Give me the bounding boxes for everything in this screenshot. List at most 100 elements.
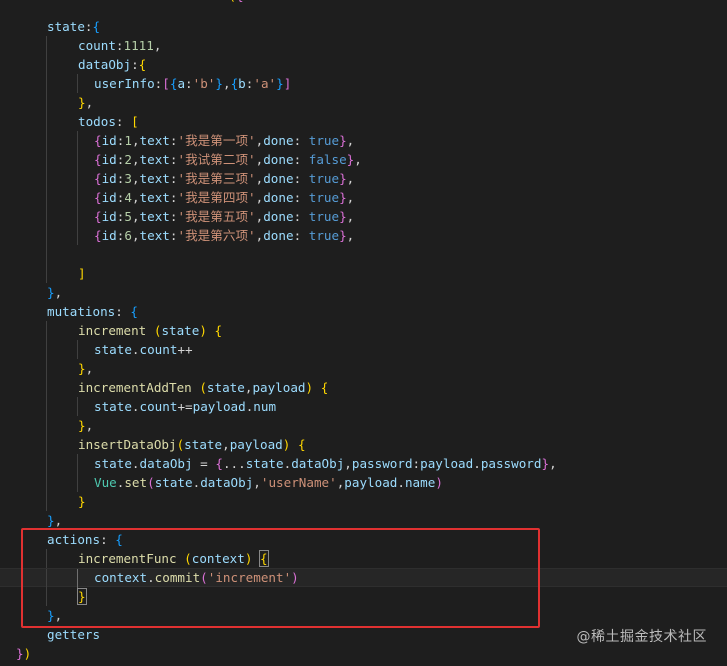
code-token: state — [94, 399, 132, 414]
code-token: id — [101, 190, 117, 205]
indent-guide — [46, 226, 47, 245]
code-token: id — [101, 228, 117, 243]
watermark: @稀土掘金技术社区 — [576, 629, 707, 645]
code-token: , — [346, 133, 355, 148]
indent-guide — [46, 397, 47, 416]
code-token: , — [346, 228, 355, 243]
code-line[interactable]: incrementAddTen (state,payload) { — [0, 378, 727, 397]
code-line[interactable] — [0, 245, 727, 264]
code-token: ( — [147, 475, 155, 490]
code-line[interactable]: Vue.set(state.dataObj,'userName',payload… — [0, 473, 727, 492]
code-token: payload — [229, 437, 283, 452]
indent-guide — [46, 36, 47, 55]
indent-guide — [46, 492, 47, 511]
code-line[interactable]: state.count++ — [0, 340, 727, 359]
code-token: '我是第五项' — [177, 209, 256, 224]
code-token: { — [94, 133, 102, 148]
indent-guide — [46, 454, 47, 473]
code-token: a — [177, 76, 186, 91]
code-token: mutations — [47, 304, 116, 319]
code-line[interactable]: {id:4,text:'我是第四项',done: true}, — [0, 188, 727, 207]
code-token: new — [122, 0, 152, 3]
code-text: }, — [47, 283, 62, 302]
code-text: Vue.set(state.dataObj,'userName',payload… — [94, 473, 443, 492]
code-token: , — [153, 38, 162, 53]
code-line[interactable]: }, — [0, 416, 727, 435]
code-line[interactable]: {id:2,text:'我试第二项',done: false}, — [0, 150, 727, 169]
code-line[interactable]: const store = new Vuex.Store({ — [0, 0, 727, 5]
indent-guide — [77, 169, 78, 188]
code-token: : — [293, 133, 309, 148]
code-token: state — [94, 342, 132, 357]
code-token: id — [101, 209, 117, 224]
code-line[interactable]: }, — [0, 93, 727, 112]
indent-guide — [46, 473, 47, 492]
indent-guide — [77, 188, 78, 207]
code-token: , — [346, 190, 355, 205]
code-token: { — [297, 437, 306, 452]
code-token: '我是第三项' — [177, 171, 256, 186]
code-line[interactable]: insertDataObj(state,payload) { — [0, 435, 727, 454]
code-token: } — [215, 76, 223, 91]
code-token: Vuex — [153, 0, 183, 3]
code-token: state — [94, 456, 132, 471]
code-token: } — [541, 456, 550, 471]
code-token: true — [308, 209, 340, 224]
indent-guide — [46, 264, 47, 283]
code-token: id — [101, 152, 117, 167]
indent-guide — [46, 435, 47, 454]
indent-guide — [46, 321, 47, 340]
code-token: , — [354, 152, 362, 167]
code-line[interactable]: {id:6,text:'我是第六项',done: true}, — [0, 226, 727, 245]
code-token: ) — [199, 323, 207, 338]
code-token: ... — [222, 456, 246, 471]
code-token: . — [131, 399, 140, 414]
code-line[interactable]: state:{ — [0, 17, 727, 36]
indent-guide — [46, 112, 47, 131]
code-line[interactable]: {id:3,text:'我是第三项',done: true}, — [0, 169, 727, 188]
code-token: } — [339, 228, 347, 243]
code-token: text — [139, 190, 170, 205]
code-token: incrementAddTen — [78, 380, 192, 395]
indent-guide — [46, 188, 47, 207]
indent-guide — [77, 131, 78, 150]
code-token: true — [308, 171, 340, 186]
code-line[interactable]: state.count+=payload.num — [0, 397, 727, 416]
code-line[interactable]: }, — [0, 283, 727, 302]
code-token: : — [115, 114, 132, 129]
code-token: [ — [162, 76, 170, 91]
code-line[interactable]: }, — [0, 359, 727, 378]
code-line[interactable]: }) — [0, 644, 727, 663]
code-line[interactable]: dataObj:{ — [0, 55, 727, 74]
code-line[interactable]: state.dataObj = {...state.dataObj,passwo… — [0, 454, 727, 473]
code-line[interactable]: userInfo:[{a:'b'},{b:'a'}] — [0, 74, 727, 93]
code-token: done — [263, 133, 294, 148]
code-token: true — [308, 190, 340, 205]
code-token: , — [85, 95, 94, 110]
code-line[interactable]: ] — [0, 264, 727, 283]
code-token: , — [131, 228, 140, 243]
code-line[interactable]: {id:1,text:'我是第一项',done: true}, — [0, 131, 727, 150]
code-line[interactable]: todos: [ — [0, 112, 727, 131]
code-token: : — [293, 228, 309, 243]
code-token: , — [344, 456, 352, 471]
code-text: ] — [78, 264, 86, 283]
code-text: {id:4,text:'我是第四项',done: true}, — [94, 188, 354, 207]
code-line[interactable]: increment (state) { — [0, 321, 727, 340]
code-line[interactable]: mutations: { — [0, 302, 727, 321]
code-token: . — [473, 456, 481, 471]
code-token: { — [130, 304, 139, 319]
code-token: : — [115, 304, 131, 319]
code-text: }, — [78, 416, 93, 435]
code-line[interactable]: {id:5,text:'我是第五项',done: true}, — [0, 207, 727, 226]
code-token: , — [131, 190, 140, 205]
code-token: todos — [78, 114, 116, 129]
code-token: 1 — [124, 133, 132, 148]
highlight-box — [21, 528, 540, 628]
indent-guide — [77, 340, 78, 359]
code-line[interactable]: } — [0, 492, 727, 511]
code-line[interactable]: count:1111, — [0, 36, 727, 55]
code-token: } — [16, 646, 24, 661]
code-token: : — [185, 76, 193, 91]
